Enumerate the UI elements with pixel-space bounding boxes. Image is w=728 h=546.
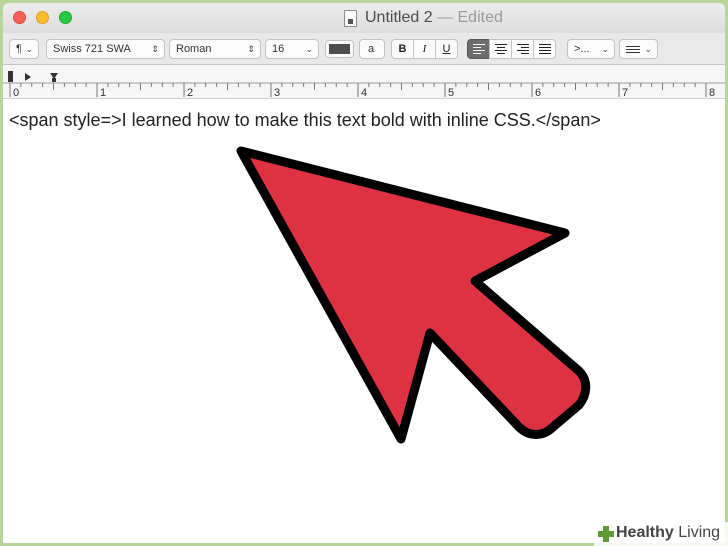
textedit-window: Untitled 2 — Edited ¶ ⌄ Swiss 721 SWA ⇕ … <box>3 3 725 543</box>
watermark-bold: Healthy <box>616 524 674 541</box>
pointer-arrow-overlay <box>236 146 591 444</box>
healthy-living-watermark: Healthy Living <box>594 522 728 546</box>
watermark-light: Living <box>673 524 721 541</box>
plus-cross-icon <box>598 526 614 542</box>
watermark-text: Healthy Living <box>616 524 720 542</box>
red-arrow-graphic <box>236 146 591 444</box>
